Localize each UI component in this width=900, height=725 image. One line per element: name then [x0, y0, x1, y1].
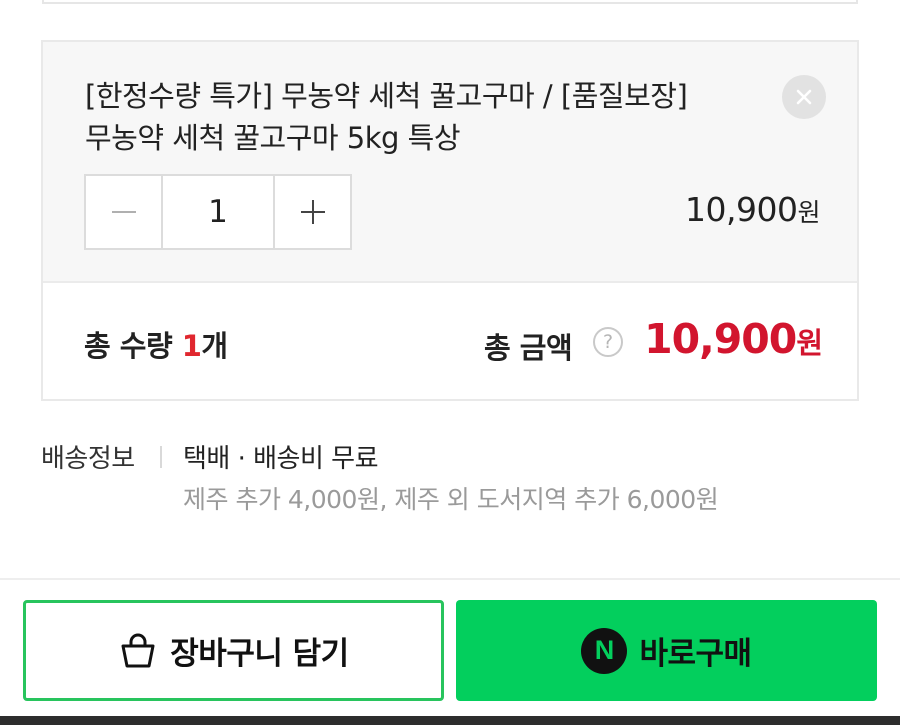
plus-icon [300, 200, 325, 224]
total-quantity: 총 수량 1개 [84, 323, 228, 365]
total-amount-label: 총 금액 [484, 331, 573, 365]
delivery-extra-fee: 제주 추가 4,000원, 제주 외 도서지역 추가 6,000원 [183, 485, 719, 514]
delivery-method: 택배 · 배송비 무료 [183, 444, 379, 474]
total-amount-unit: 원 [796, 326, 823, 360]
delivery-divider [160, 446, 162, 468]
add-to-cart-label: 장바구니 담기 [170, 636, 349, 672]
section-divider [0, 578, 900, 580]
option-price: 10,900원 [685, 190, 820, 229]
shopping-bag-icon [121, 633, 155, 667]
help-icon[interactable]: ? [593, 327, 623, 357]
increase-quantity-button[interactable] [273, 176, 350, 248]
close-icon [796, 89, 812, 105]
bottom-edge [0, 716, 900, 725]
naver-pay-icon: N [581, 627, 628, 674]
order-summary: 총 수량 1개 총 금액 ? 10,900원 [43, 285, 857, 399]
total-quantity-value: 1 [181, 329, 202, 363]
total-amount-value: 10,900 [644, 315, 797, 363]
total-quantity-unit: 개 [201, 329, 228, 363]
quantity-input[interactable]: 1 [163, 176, 273, 248]
add-to-cart-button[interactable]: 장바구니 담기 [23, 600, 444, 701]
selected-option-item: [한정수량 특가] 무농약 세척 꿀고구마 / [품질보장] 무농약 세척 꿀고… [43, 42, 857, 283]
quantity-stepper: 1 [84, 174, 352, 250]
buy-now-label: 바로구매 [639, 636, 752, 672]
selected-option-box: [한정수량 특가] 무농약 세척 꿀고구마 / [품질보장] 무농약 세척 꿀고… [41, 40, 859, 401]
option-price-unit: 원 [797, 198, 820, 227]
remove-option-button[interactable] [782, 75, 826, 119]
delivery-info-label: 배송정보 [41, 444, 135, 474]
total-amount: 10,900원 [644, 315, 823, 363]
option-name: [한정수량 특가] 무농약 세척 꿀고구마 / [품질보장] 무농약 세척 꿀고… [85, 79, 688, 155]
total-quantity-label: 총 수량 [84, 329, 182, 363]
previous-section-edge [42, 0, 858, 4]
buy-now-button[interactable]: N 바로구매 [456, 600, 877, 701]
decrease-quantity-button[interactable] [86, 176, 163, 248]
option-price-value: 10,900 [685, 190, 798, 229]
minus-icon [111, 211, 136, 213]
